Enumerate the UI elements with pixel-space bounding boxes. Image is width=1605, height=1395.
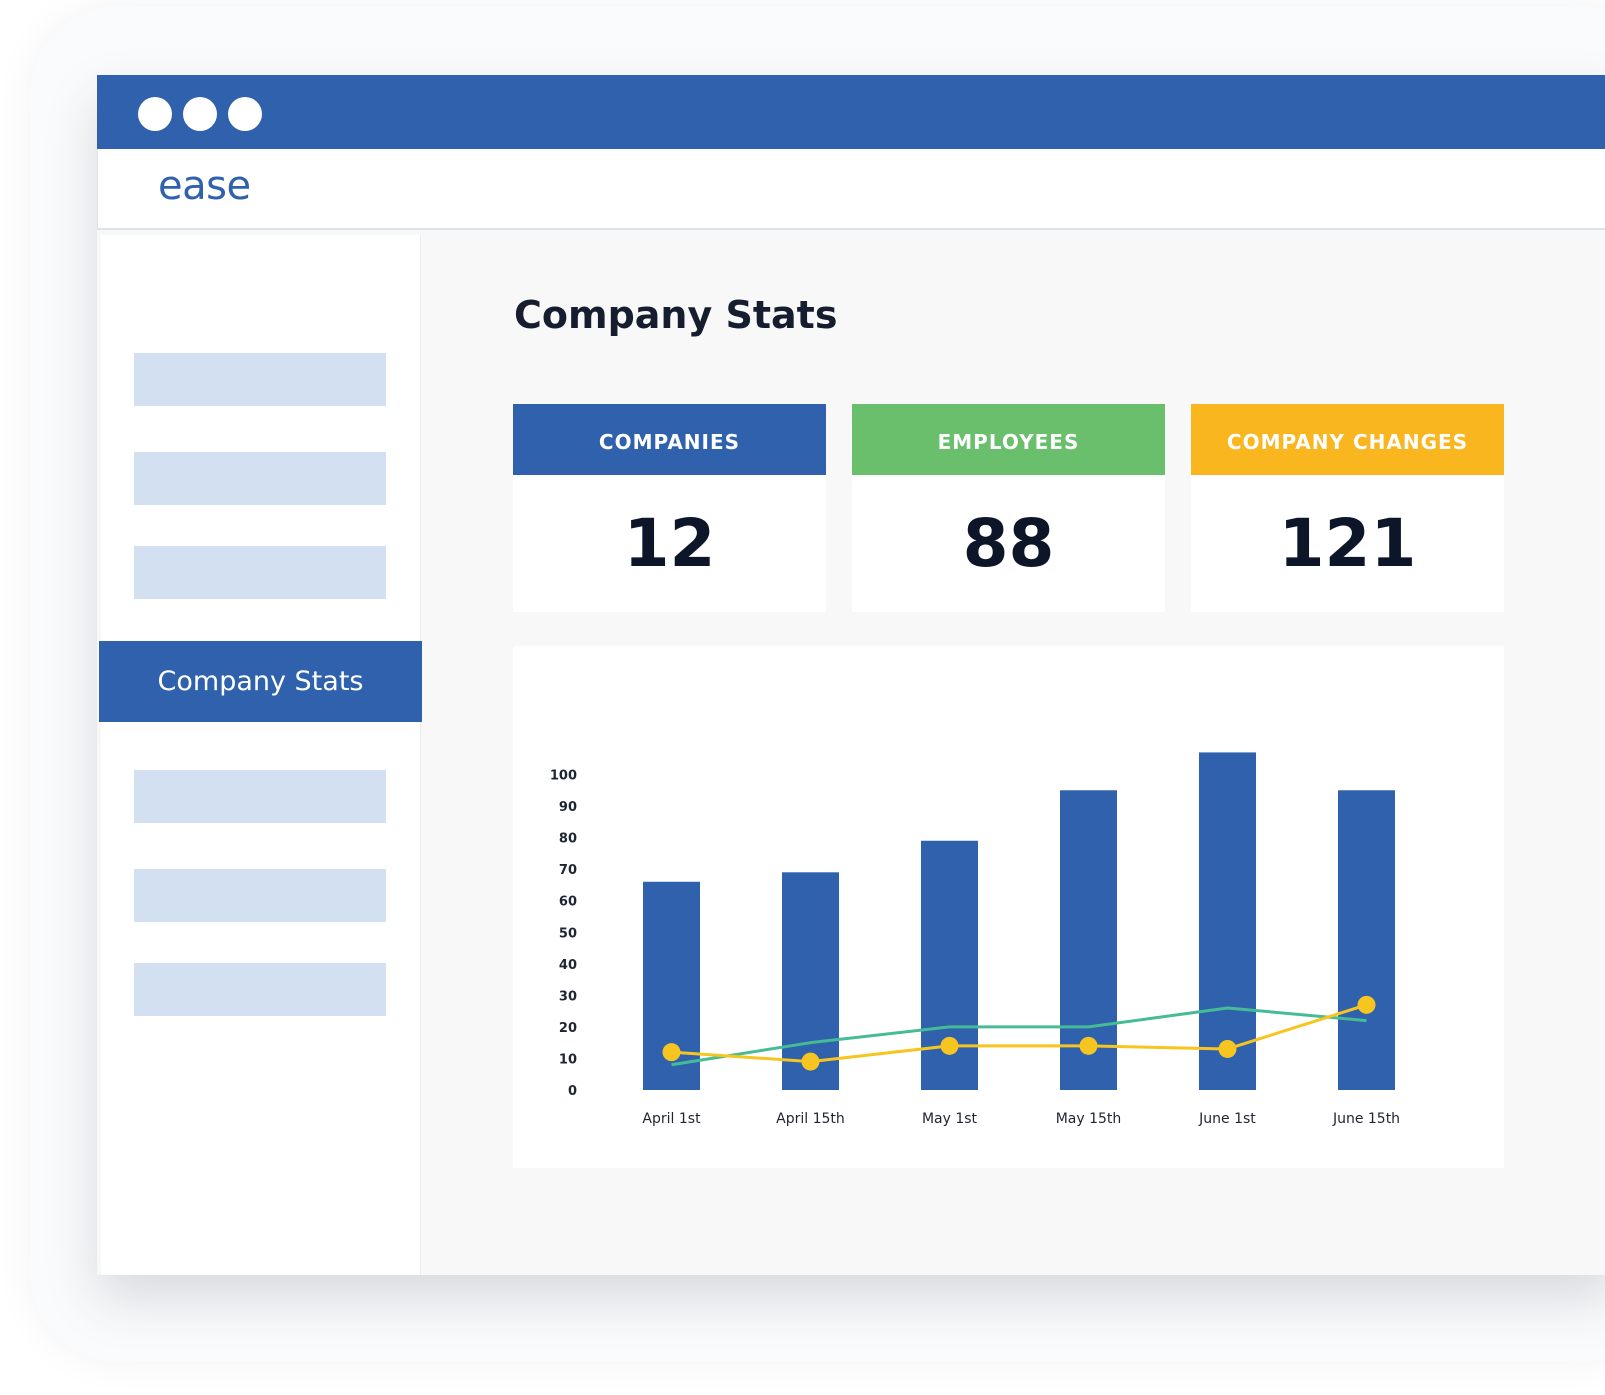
y-tick-label: 80 xyxy=(559,832,577,847)
y-tick-label: 50 xyxy=(559,926,577,941)
stat-card-header: COMPANY CHANGES xyxy=(1191,404,1504,475)
x-tick-label: April 1st xyxy=(642,1111,701,1127)
stat-card-value: 88 xyxy=(962,505,1055,582)
stat-card-value: 12 xyxy=(623,505,716,582)
bar xyxy=(1338,790,1395,1090)
series-line xyxy=(671,1006,1367,1067)
x-tick-label: May 1st xyxy=(922,1111,978,1127)
y-tick-label: 60 xyxy=(559,895,577,910)
y-tick-label: 100 xyxy=(550,769,577,784)
series-line xyxy=(671,1003,1367,1064)
stats-chart: 0 10 20 30 40 50 60 70 80 90 100 April 1st April 15t… xyxy=(550,752,1400,1127)
series-point xyxy=(1357,995,1376,1014)
sidebar-item-placeholder[interactable] xyxy=(134,546,386,599)
stat-card-header: COMPANIES xyxy=(513,404,826,475)
sidebar-item-placeholder[interactable] xyxy=(134,452,386,505)
sidebar-item-company-stats[interactable]: Company Stats xyxy=(99,641,422,722)
x-tick-label: June 15th xyxy=(1332,1111,1400,1127)
sidebar-item-placeholder[interactable] xyxy=(134,770,386,823)
stat-card-employees: EMPLOYEES 88 xyxy=(852,404,1165,612)
series-point xyxy=(662,1043,681,1062)
sidebar-item-placeholder[interactable] xyxy=(134,353,386,406)
y-tick-label: 20 xyxy=(559,1021,577,1036)
ease-logo[interactable]: ease xyxy=(158,163,251,209)
y-tick-label: 40 xyxy=(559,958,577,973)
stats-chart-panel: 0 10 20 30 40 50 60 70 80 90 100 April 1st April 15t… xyxy=(513,646,1504,1168)
app-window: ease Company Stats Company Stats COMPANI… xyxy=(97,75,1605,1275)
x-tick-label: May 15th xyxy=(1056,1111,1122,1127)
series-point xyxy=(1079,1036,1098,1055)
series-point xyxy=(940,1036,959,1055)
stat-card-value: 121 xyxy=(1278,505,1417,582)
series-point xyxy=(801,1052,820,1071)
y-tick-label: 0 xyxy=(568,1084,577,1099)
bar xyxy=(1199,752,1256,1090)
y-tick-label: 90 xyxy=(559,800,577,815)
x-tick-label: April 15th xyxy=(776,1111,845,1127)
sidebar-item-placeholder[interactable] xyxy=(134,869,386,922)
series-point xyxy=(1218,1039,1237,1058)
stat-card-companies: COMPANIES 12 xyxy=(513,404,826,612)
window-minimize-dot[interactable] xyxy=(183,97,217,131)
window-close-dot[interactable] xyxy=(138,97,172,131)
stat-card-company-changes: COMPANY CHANGES 121 xyxy=(1191,404,1504,612)
app-header: ease xyxy=(97,149,1605,230)
y-tick-label: 70 xyxy=(559,863,577,878)
stat-card-header: EMPLOYEES xyxy=(852,404,1165,475)
sidebar: Company Stats xyxy=(99,235,422,1275)
y-tick-label: 30 xyxy=(559,989,577,1004)
window-titlebar xyxy=(97,75,1605,149)
y-tick-label: 10 xyxy=(559,1052,577,1067)
sidebar-item-placeholder[interactable] xyxy=(134,963,386,1016)
window-maximize-dot[interactable] xyxy=(228,97,262,131)
x-tick-label: June 1st xyxy=(1198,1111,1256,1127)
page-title: Company Stats xyxy=(514,293,838,337)
